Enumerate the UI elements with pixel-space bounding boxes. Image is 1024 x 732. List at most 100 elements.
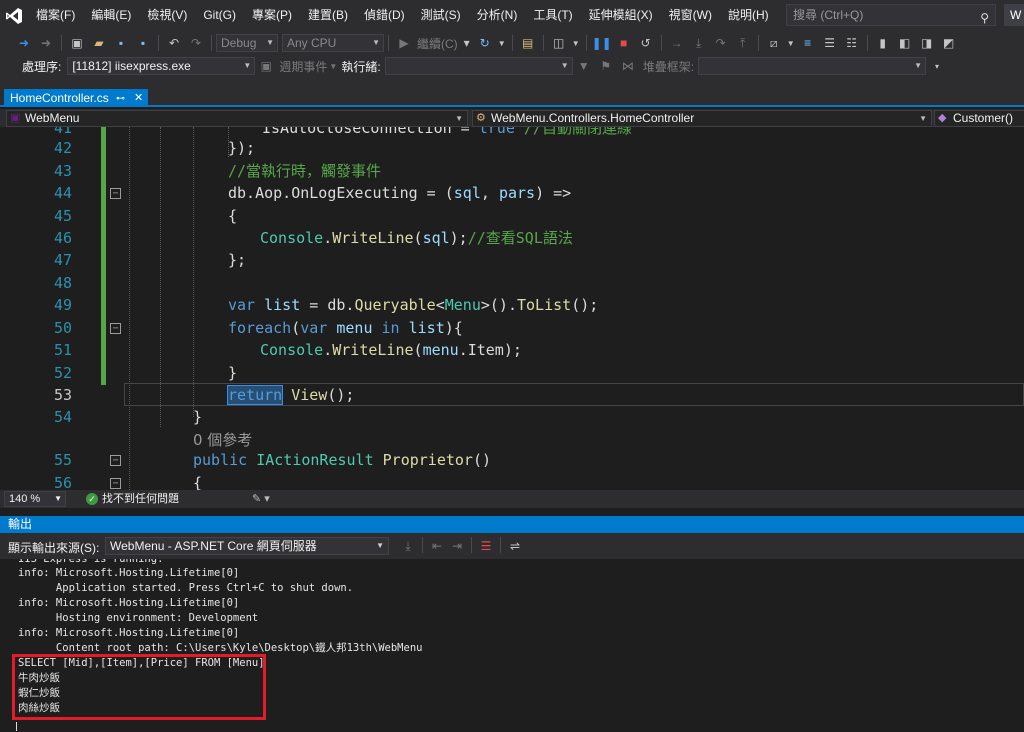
bookmark-icon[interactable]: ▮	[872, 33, 894, 53]
code-line: 46 Console.WriteLine(sql);//查看SQL語法	[0, 227, 1024, 249]
play-icon[interactable]: ▶	[393, 33, 415, 53]
menu-project[interactable]: 專案(P)	[244, 0, 300, 31]
toolbar-grip	[8, 35, 9, 51]
chevron-down-icon: ▼	[54, 494, 62, 503]
step-over-icon[interactable]: ↷	[710, 33, 732, 53]
menu-build[interactable]: 建置(B)	[300, 0, 356, 31]
browser-icon[interactable]: ▤	[517, 33, 539, 53]
menu-window[interactable]: 視窗(W)	[661, 0, 720, 31]
forward-icon[interactable]: ➜	[35, 33, 57, 53]
show-next-statement-icon[interactable]: →	[666, 33, 688, 53]
new-project-icon[interactable]: ▣	[66, 33, 88, 53]
output-source-label: 顯示輸出來源(S):	[8, 541, 100, 555]
separator	[757, 35, 759, 51]
code-line: 44 − db.Aop.OnLogExecuting = (sql, pars)…	[0, 182, 1024, 204]
output-source-select[interactable]: WebMenu - ASP.NET Core 網頁伺服器 ▼	[105, 537, 389, 555]
word-wrap-icon[interactable]: ⇌	[505, 537, 525, 555]
dropdown-icon[interactable]: ▼	[329, 56, 337, 76]
format-icon[interactable]: ≡	[797, 33, 819, 53]
editor-status-bar: 140 % ▼ ✓ 找不到任何問題 ✎ ▾	[0, 490, 1024, 508]
menu-extensions[interactable]: 延伸模組(X)	[581, 0, 661, 31]
uncomment-icon[interactable]: ☷	[841, 33, 863, 53]
menu-git[interactable]: Git(G)	[195, 0, 244, 31]
output-line: info: Microsoft.Hosting.Lifetime[0]	[18, 567, 240, 579]
line-number: 44	[53, 184, 72, 202]
stop-icon[interactable]: ■	[613, 33, 635, 53]
separator	[585, 35, 587, 51]
next-bookmark-icon[interactable]: ◨	[916, 33, 938, 53]
thread-select[interactable]: ▼	[384, 57, 573, 75]
prev-bookmark-icon[interactable]: ◧	[894, 33, 916, 53]
lifecycle-events-button[interactable]: 週期事件	[277, 58, 329, 75]
collapse-icon[interactable]: −	[110, 478, 121, 489]
output-panel-title: 輸出	[0, 516, 1024, 533]
pause-icon[interactable]: ❚❚	[591, 33, 613, 53]
member-select[interactable]: ◆ Customer()	[934, 110, 1024, 127]
visual-studio-logo-icon[interactable]	[0, 0, 28, 31]
collapse-icon[interactable]: −	[110, 455, 121, 466]
diagnostic-icon[interactable]: ◫	[548, 33, 570, 53]
back-icon[interactable]: ➜	[13, 33, 35, 53]
menu-test[interactable]: 測試(S)	[413, 0, 469, 31]
document-tab-bar: HomeController.cs ⊷ ✕	[0, 89, 1024, 107]
class-icon: ⚙	[476, 112, 486, 124]
code-line: 51 Console.WriteLine(menu.Item);	[0, 339, 1024, 361]
flag-icon[interactable]: ⚑	[595, 56, 617, 76]
redo-icon[interactable]: ↷	[185, 33, 207, 53]
comment-icon[interactable]: ☰	[819, 33, 841, 53]
user-account-button[interactable]: W	[1004, 4, 1024, 26]
restart-icon[interactable]: ▾	[460, 33, 474, 53]
dropdown-icon[interactable]: ▼	[496, 33, 508, 53]
undo-icon[interactable]: ↶	[163, 33, 185, 53]
prev-message-icon[interactable]: ⇤	[427, 537, 447, 555]
zoom-select[interactable]: 140 % ▼	[4, 491, 66, 507]
lifecycle-icon[interactable]: ▣	[255, 56, 277, 76]
stack-frame-select[interactable]: ▼	[698, 57, 927, 75]
dropdown-icon[interactable]: ▼	[570, 33, 582, 53]
configuration-select[interactable]: Debug ▼	[216, 34, 278, 52]
step-into-icon[interactable]: ⤓	[688, 33, 710, 53]
issues-status[interactable]: 找不到任何問題	[102, 492, 179, 506]
save-all-icon[interactable]: ▪	[132, 33, 154, 53]
search-input[interactable]: 搜尋 (Ctrl+Q) ⚲	[786, 4, 996, 26]
platform-select[interactable]: Any CPU ▼	[282, 34, 384, 52]
code-editor[interactable]: 41 IsAutoCloseConnection = true //自動關閉連線…	[0, 127, 1024, 490]
continue-button[interactable]: 繼續(C)	[415, 35, 460, 52]
class-select[interactable]: ⚙ WebMenu.Controllers.HomeController ▼	[472, 110, 932, 127]
show-threads-icon[interactable]: ⋈	[617, 56, 639, 76]
collapse-icon[interactable]: −	[110, 323, 121, 334]
restart-debug-icon[interactable]: ↺	[635, 33, 657, 53]
tab-homecontroller[interactable]: HomeController.cs ⊷ ✕	[4, 89, 148, 107]
menu-view[interactable]: 檢視(V)	[139, 0, 195, 31]
menu-edit[interactable]: 編輯(E)	[83, 0, 139, 31]
save-icon[interactable]: ▪	[110, 33, 132, 53]
step-out-icon[interactable]: ⤒	[732, 33, 754, 53]
search-icon: ⚲	[980, 11, 989, 25]
clear-bookmarks-icon[interactable]: ◩	[938, 33, 960, 53]
collapse-icon[interactable]: −	[110, 188, 121, 199]
menu-debug[interactable]: 偵錯(D)	[356, 0, 413, 31]
dropdown-icon[interactable]: ▼	[785, 33, 797, 53]
menu-file[interactable]: 檔案(F)	[28, 0, 83, 31]
chevron-down-icon: ▼	[919, 114, 927, 123]
debug-location-toolbar: 處理序: [11812] iisexpress.exe ▼ ▣ 週期事件 ▼ 執行…	[0, 55, 1024, 77]
pin-icon[interactable]: ⊷	[116, 89, 125, 107]
menu-analyze[interactable]: 分析(N)	[469, 0, 526, 31]
process-select[interactable]: [11812] iisexpress.exe ▼	[67, 57, 256, 75]
menu-help[interactable]: 說明(H)	[720, 0, 777, 31]
filter-icon[interactable]: ▼	[573, 56, 595, 76]
stack-frame-label: 堆疊框架:	[642, 59, 695, 74]
toolbar-overflow-icon[interactable]: ▾	[926, 56, 948, 76]
find-message-icon[interactable]: ⤓	[398, 537, 418, 555]
code-cleanup-icon[interactable]: ✎ ▾	[252, 492, 270, 505]
clear-all-icon[interactable]: ☰	[476, 537, 496, 555]
refresh-icon[interactable]: ↻	[474, 33, 496, 53]
open-file-icon[interactable]: ▰	[88, 33, 110, 53]
next-message-icon[interactable]: ⇥	[447, 537, 467, 555]
hot-reload-icon[interactable]: ⧄	[763, 33, 785, 53]
menu-tools[interactable]: 工具(T)	[525, 0, 580, 31]
close-icon[interactable]: ✕	[134, 89, 143, 107]
output-line: Hosting environment: Development	[18, 612, 259, 624]
text-cursor	[16, 722, 17, 731]
project-select[interactable]: ▣ WebMenu ▼	[6, 110, 468, 127]
